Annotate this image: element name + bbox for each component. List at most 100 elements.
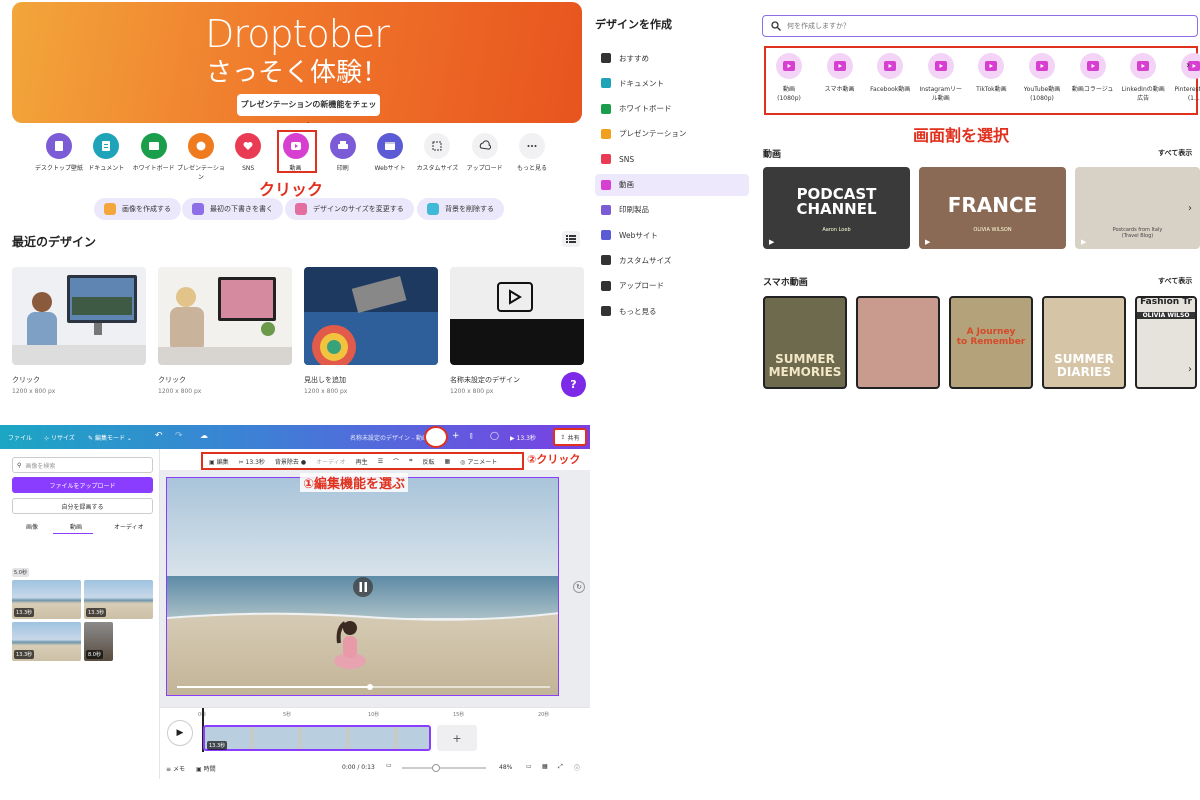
document-title[interactable]: 名称未設定のデザイン - 動画 xyxy=(350,433,428,442)
grid-view-icon[interactable]: ▦ xyxy=(542,763,548,770)
zoom-level[interactable]: 48% xyxy=(499,764,512,771)
category-web[interactable]: Webサイト xyxy=(365,133,415,173)
design-thumbnail[interactable] xyxy=(304,267,438,365)
add-collaborator-icon[interactable]: + xyxy=(452,431,460,441)
help-icon[interactable]: ⓘ xyxy=(574,763,580,772)
video-type-option[interactable]: Instagramリール動画 xyxy=(918,53,964,103)
flip-button[interactable]: 反転 xyxy=(422,457,434,466)
menu-item[interactable]: 印刷製品 xyxy=(595,199,749,221)
avatar[interactable] xyxy=(424,426,448,448)
undo-icon[interactable]: ↶ xyxy=(155,431,163,441)
phone-template-thumb[interactable]: A Journey to Remember xyxy=(949,296,1033,389)
upload-tab[interactable]: 動画 xyxy=(70,522,82,531)
video-canvas[interactable] xyxy=(166,477,559,696)
video-type-option[interactable]: 動画コラージュ xyxy=(1070,53,1116,94)
resize-button[interactable]: ⊹ リサイズ xyxy=(44,433,75,442)
add-clip-button[interactable]: + xyxy=(437,725,477,751)
share-button[interactable]: ⇪ 共有 xyxy=(553,428,587,446)
video-template-thumb[interactable]: Postcards from Italy (Travel Blog) ▶ xyxy=(1075,167,1200,249)
recent-design-card[interactable]: クリック 1200 x 800 px xyxy=(158,259,292,395)
phone-template-thumb[interactable]: SUMMER MEMORIES xyxy=(763,296,847,389)
notes-button[interactable]: ≡ メモ xyxy=(166,764,185,773)
category-print[interactable]: 印刷 xyxy=(318,133,368,173)
phone-template-thumb[interactable] xyxy=(856,296,940,389)
screen-icon[interactable]: ▭ xyxy=(386,762,392,769)
hero-cta-button[interactable]: プレゼンテーションの新機能をチェック xyxy=(237,94,380,123)
file-menu[interactable]: ファイル xyxy=(8,433,32,442)
design-thumbnail[interactable] xyxy=(450,267,584,365)
video-template-thumb[interactable]: PODCAST CHANNEL Aaron Loeb ▶ xyxy=(763,167,910,249)
playback-button[interactable]: 再生 xyxy=(356,457,368,466)
uploaded-video-thumb[interactable]: 8.0秒 xyxy=(84,622,113,661)
image-search-field[interactable]: ⚲ 画像を検索 xyxy=(12,457,153,473)
zoom-slider[interactable] xyxy=(402,767,486,769)
audio-button[interactable]: オーディオ xyxy=(316,457,346,466)
menu-item[interactable]: ホワイトボード xyxy=(595,98,749,120)
see-all-phone-link[interactable]: すべて表示 xyxy=(1158,276,1192,286)
video-type-option[interactable]: Facebook動画 xyxy=(867,53,913,94)
phone-template-thumb[interactable]: Fashion Tr OLIVIA WILSO xyxy=(1135,296,1197,389)
menu-item[interactable]: おすすめ xyxy=(595,47,749,69)
play-button[interactable]: ▶ xyxy=(167,720,193,746)
record-yourself-button[interactable]: 自分を録画する xyxy=(12,498,153,514)
video-type-option[interactable]: 動画 (1080p) xyxy=(766,53,812,103)
recent-design-card[interactable]: 見出しを追加 1200 x 800 px xyxy=(304,259,438,395)
insights-icon[interactable]: ⫾ xyxy=(470,431,473,441)
edit-button[interactable]: ▣ 編集 xyxy=(209,457,229,466)
upload-tab[interactable]: 画像 xyxy=(26,522,38,531)
comment-icon[interactable]: ◯ xyxy=(490,431,499,440)
transparency-icon[interactable]: ▦ xyxy=(445,458,451,465)
play-preview-button[interactable]: ▶ 13.3秒 xyxy=(510,433,536,442)
animate-button[interactable]: ◎ アニメート xyxy=(460,457,497,466)
design-thumbnail[interactable] xyxy=(12,267,146,365)
redo-icon[interactable]: ↷ xyxy=(175,431,183,441)
uploaded-video-thumb[interactable]: 13.3秒 xyxy=(84,580,153,619)
uploaded-video-thumb[interactable]: 13.3秒 xyxy=(12,622,81,661)
video-type-option[interactable]: スマホ動画 xyxy=(817,53,863,94)
hero-banner[interactable]: Droptober さっそく体験！ プレゼンテーションの新機能をチェック xyxy=(12,2,582,123)
corner-icon[interactable]: ⌒ xyxy=(393,457,399,466)
quick-action-chip[interactable]: 画像を作成する xyxy=(94,198,181,220)
duration-button[interactable]: ▣ 時間 xyxy=(196,764,216,773)
menu-item[interactable]: 動画 xyxy=(595,173,749,196)
list-view-button[interactable] xyxy=(562,231,580,247)
video-clip-track[interactable]: 13.3秒 xyxy=(203,725,431,751)
video-type-option[interactable]: YouTube動画 (1080p) xyxy=(1019,53,1065,103)
phone-template-thumb[interactable]: SUMMER DIARIES xyxy=(1042,296,1126,389)
quick-action-chip[interactable]: 最初の下書きを書く xyxy=(182,198,283,220)
category-upload[interactable]: アップロード xyxy=(460,133,510,173)
quick-action-chip[interactable]: 背景を削除する xyxy=(417,198,504,220)
uploaded-video-thumb[interactable]: 13.3秒 xyxy=(12,580,81,619)
see-all-video-link[interactable]: すべて表示 xyxy=(1158,148,1192,158)
menu-item[interactable]: Webサイト xyxy=(595,224,749,246)
edit-mode-dropdown[interactable]: ✎ 編集モード ⌄ xyxy=(88,433,132,442)
crop-icon[interactable]: ⌗ xyxy=(409,457,412,465)
category-wallpaper[interactable]: デスクトップ壁紙 xyxy=(34,133,84,173)
scroll-right-icon[interactable]: › xyxy=(1188,203,1192,214)
design-search-field[interactable]: 何を作成しますか？ xyxy=(762,15,1198,37)
upload-file-button[interactable]: ファイルをアップロード xyxy=(12,477,153,493)
video-type-option[interactable]: LinkedInの動画広告 xyxy=(1120,53,1166,103)
zoom-slider-thumb[interactable] xyxy=(432,764,440,772)
category-more[interactable]: もっと見る xyxy=(507,133,557,173)
category-heart[interactable]: SNS xyxy=(223,133,273,173)
menu-item[interactable]: プレゼンテーション xyxy=(595,123,749,145)
fullscreen-icon[interactable]: ⤢ xyxy=(558,763,563,771)
design-thumbnail[interactable] xyxy=(158,267,292,365)
category-presentation[interactable]: プレゼンテーション xyxy=(176,133,226,182)
category-doc[interactable]: ドキュメント xyxy=(81,133,131,173)
scroll-right-icon[interactable]: › xyxy=(1186,60,1190,71)
category-whiteboard[interactable]: ホワイトボード xyxy=(129,133,179,173)
menu-item[interactable]: もっと見る xyxy=(595,300,749,322)
scroll-right-icon[interactable]: › xyxy=(1188,364,1192,375)
bg-remove-button[interactable]: 背景除去 ● xyxy=(275,457,306,466)
page-view-icon[interactable]: ▭ xyxy=(526,763,532,770)
category-custom-size[interactable]: カスタムサイズ xyxy=(412,133,462,173)
video-type-option[interactable]: TikTok動画 xyxy=(968,53,1014,94)
quick-action-chip[interactable]: デザインのサイズを変更する xyxy=(285,198,414,220)
menu-item[interactable]: カスタムサイズ xyxy=(595,249,749,271)
help-button[interactable]: ? xyxy=(561,372,586,397)
menu-item[interactable]: SNS xyxy=(595,148,749,170)
align-icon[interactable]: ☰ xyxy=(378,458,383,465)
upload-tab[interactable]: オーディオ xyxy=(114,522,144,531)
